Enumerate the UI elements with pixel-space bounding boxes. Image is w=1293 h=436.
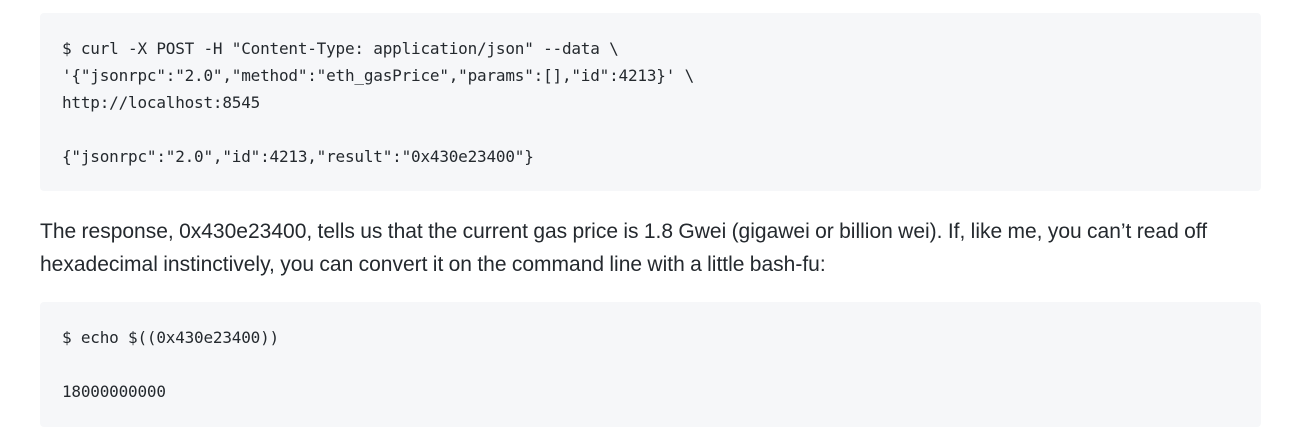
code-block-echo-conversion: $ echo $((0x430e23400)) 18000000000 bbox=[40, 302, 1261, 427]
body-paragraph: The response, 0x430e23400, tells us that… bbox=[40, 220, 1208, 276]
code-line-echo-command: $ echo $((0x430e23400)) bbox=[62, 328, 279, 347]
code-line-json-response: {"jsonrpc":"2.0","id":4213,"result":"0x4… bbox=[62, 147, 534, 166]
code-block-curl-request: $ curl -X POST -H "Content-Type: applica… bbox=[40, 13, 1261, 191]
code-line-json-payload: '{"jsonrpc":"2.0","method":"eth_gasPrice… bbox=[62, 66, 694, 85]
code-line-url: http://localhost:8545 bbox=[62, 93, 261, 112]
code-line-curl-command: $ curl -X POST -H "Content-Type: applica… bbox=[62, 39, 619, 58]
code-line-echo-output: 18000000000 bbox=[62, 382, 166, 401]
